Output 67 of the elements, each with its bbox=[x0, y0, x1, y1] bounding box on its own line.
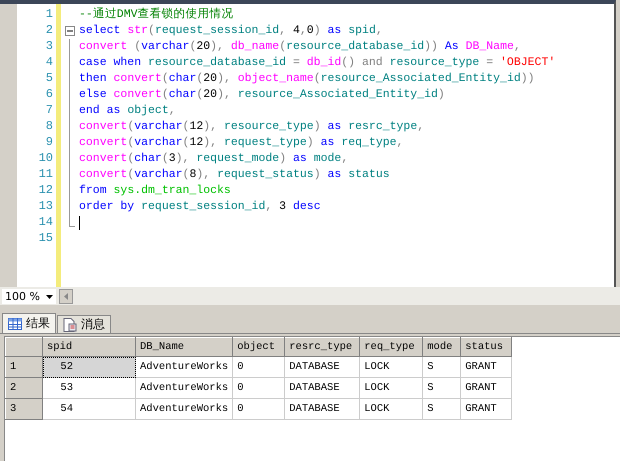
code-comment: --通过DMV查看锁的使用情况 bbox=[79, 7, 234, 23]
grid-icon bbox=[8, 318, 22, 330]
line-number: 15 bbox=[38, 231, 53, 247]
column-header[interactable]: mode bbox=[422, 338, 461, 356]
table-cell: GRANT bbox=[460, 398, 512, 420]
table-cell: GRANT bbox=[460, 356, 512, 378]
table-cell: S bbox=[422, 398, 461, 420]
table-cell: 53 bbox=[42, 378, 136, 398]
line-number: 12 bbox=[38, 183, 53, 199]
table-cell: LOCK bbox=[360, 356, 423, 378]
line-number: 1 bbox=[44, 7, 53, 23]
column-header[interactable]: spid bbox=[42, 338, 136, 356]
table-cell: AdventureWorks bbox=[136, 356, 233, 378]
line-number: 5 bbox=[44, 71, 53, 87]
caret-icon bbox=[46, 294, 53, 298]
table-cell: AdventureWorks bbox=[136, 378, 233, 398]
code-line: convert(varchar(12), resource_type) as resrc_type, bbox=[79, 119, 424, 135]
column-header[interactable]: req_type bbox=[360, 338, 423, 356]
column-header[interactable]: resrc_type bbox=[284, 338, 360, 356]
result-tab[interactable]: 消息 bbox=[57, 315, 111, 333]
column-header[interactable]: status bbox=[460, 338, 512, 356]
table-cell: LOCK bbox=[360, 378, 423, 398]
code-line: convert(varchar(8), request_status) as status bbox=[79, 167, 390, 183]
line-number: 3 bbox=[44, 39, 53, 55]
code-line: convert(char(3), request_mode) as mode, bbox=[79, 151, 348, 167]
row-header[interactable]: 3 bbox=[6, 398, 42, 420]
code-line: end as object, bbox=[79, 103, 176, 119]
line-number: 11 bbox=[38, 167, 53, 183]
code-line: select str(request_session_id, 4,0) as spid, bbox=[79, 23, 383, 39]
table-cell: GRANT bbox=[460, 378, 512, 398]
table-cell: 0 bbox=[232, 378, 285, 398]
table-cell: DATABASE bbox=[284, 378, 360, 398]
code-line: convert (varchar(20), db_name(resource_database_id)) As DB_Name, bbox=[79, 39, 521, 55]
table-cell: 52 bbox=[42, 356, 136, 378]
column-header[interactable]: DB_Name bbox=[136, 338, 233, 356]
line-number: 14 bbox=[38, 215, 53, 231]
table-cell: 54 bbox=[42, 398, 136, 420]
column-header[interactable]: object bbox=[232, 338, 285, 356]
code-line: else convert(char(20), resource_Associated_Entity_id) bbox=[79, 87, 445, 103]
table-cell: S bbox=[422, 356, 461, 378]
line-number: 2 bbox=[44, 23, 53, 39]
line-number: 4 bbox=[44, 55, 53, 71]
table-cell: 0 bbox=[232, 398, 285, 420]
code-line: convert(varchar(12), request_type) as req_type, bbox=[79, 135, 404, 151]
line-number: 7 bbox=[44, 103, 53, 119]
row-header[interactable]: 1 bbox=[6, 356, 42, 378]
table-cell: 0 bbox=[232, 356, 285, 378]
table-cell: DATABASE bbox=[284, 356, 360, 378]
line-number: 8 bbox=[44, 119, 53, 135]
table-cell: LOCK bbox=[360, 398, 423, 420]
code-line: from sys.dm_tran_locks bbox=[79, 183, 231, 199]
arrow-left-icon bbox=[64, 293, 68, 300]
result-tab[interactable]: 结果 bbox=[2, 313, 56, 333]
code-line: order by request_session_id, 3 desc bbox=[79, 199, 321, 215]
document-icon bbox=[63, 318, 77, 332]
line-number: 9 bbox=[44, 135, 53, 151]
line-number: 10 bbox=[38, 151, 53, 167]
zoom-dropdown[interactable]: 100 % bbox=[2, 289, 56, 304]
row-header[interactable]: 2 bbox=[6, 378, 42, 398]
code-line: then convert(char(20), object_name(resource_Associated_Entity_id)) bbox=[79, 71, 535, 87]
table-cell: S bbox=[422, 378, 461, 398]
line-number: 13 bbox=[38, 199, 53, 215]
line-number: 6 bbox=[44, 87, 53, 103]
table-cell: DATABASE bbox=[284, 398, 360, 420]
table-cell: AdventureWorks bbox=[136, 398, 233, 420]
collapse-icon[interactable] bbox=[65, 26, 75, 36]
code-line: case when resource_database_id = db_id() and resource_type = 'OBJECT' bbox=[79, 55, 556, 71]
